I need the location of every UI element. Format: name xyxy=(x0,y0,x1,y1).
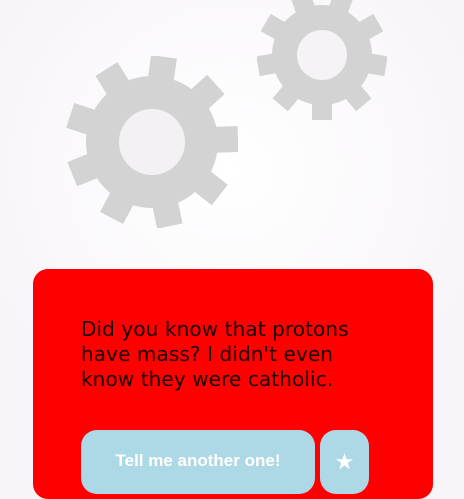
joke-text: Did you know that protons have mass? I d… xyxy=(81,317,349,391)
gear-icon xyxy=(66,56,238,228)
joke-card: Did you know that protons have mass? I d… xyxy=(33,269,433,499)
favorite-star-button[interactable]: ★ xyxy=(320,430,369,494)
gear-icon xyxy=(257,0,387,120)
next-joke-button[interactable]: Tell me another one! xyxy=(81,430,315,494)
button-row: Tell me another one! ★ xyxy=(81,430,369,494)
